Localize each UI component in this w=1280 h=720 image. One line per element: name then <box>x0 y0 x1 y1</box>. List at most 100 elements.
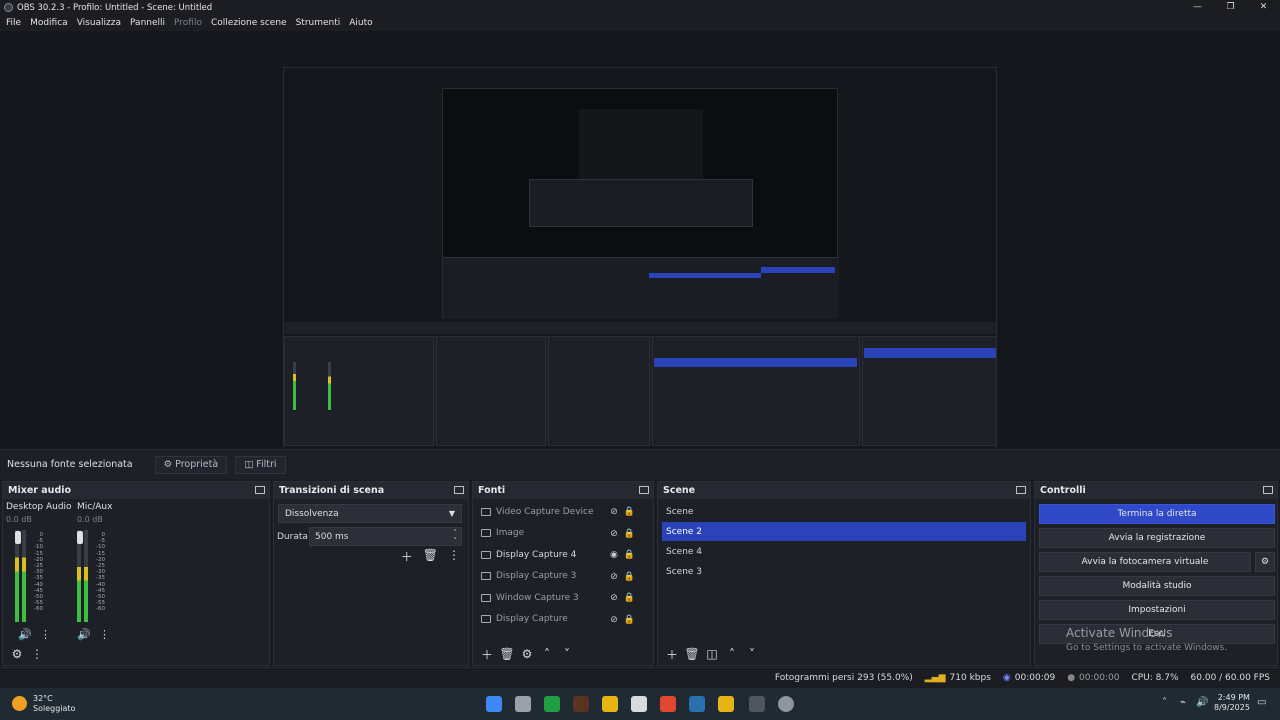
store-icon[interactable] <box>631 696 647 712</box>
visibility-lock-icons[interactable]: ⊘🔒 <box>610 507 641 517</box>
source-item[interactable]: Display Capture 3 ⊘🔒 <box>477 567 649 586</box>
notification-icon[interactable]: ▭ <box>1257 697 1266 708</box>
xbox-icon[interactable] <box>544 696 560 712</box>
start-recording-button[interactable]: Avvia la registrazione <box>1039 528 1275 548</box>
transitions-dock: Transizioni di scena Dissolvenza ▼ Durat… <box>273 481 469 666</box>
scene-item[interactable]: Scene <box>662 502 1026 521</box>
clock[interactable]: 2:49 PM 8/9/2025 <box>1214 693 1250 713</box>
nested-preview <box>442 88 839 319</box>
spin-arrows-icon[interactable]: ˄ ˅ <box>454 529 458 545</box>
settings-button[interactable]: Impostazioni <box>1039 600 1275 620</box>
source-type-icon <box>481 572 491 580</box>
game-app-icon[interactable] <box>573 696 589 712</box>
add-icon[interactable]: ＋ <box>662 646 682 663</box>
visibility-lock-icons[interactable]: ⊘🔒 <box>610 572 641 582</box>
nested-obs-window <box>284 68 996 470</box>
add-icon[interactable]: ＋ <box>477 646 497 663</box>
channel-name: Desktop Audio <box>6 502 72 512</box>
settings-gear-icon[interactable] <box>778 696 794 712</box>
undock-icon[interactable] <box>255 486 265 494</box>
arrow-up-icon[interactable]: ˄ <box>722 647 742 661</box>
gear-icon: ⚙ <box>163 459 173 470</box>
gear-icon[interactable]: ⚙ <box>517 647 537 661</box>
kebab-menu-icon[interactable]: ⋮ <box>27 647 47 661</box>
visibility-lock-icons[interactable]: ⊘🔒 <box>610 529 641 539</box>
mixer-dock: Mixer audio Desktop Audio 0.0 dB 0 -5 -10-… <box>2 481 270 666</box>
undock-icon[interactable] <box>1263 486 1273 494</box>
sun-icon[interactable] <box>12 696 27 711</box>
undock-icon[interactable] <box>639 486 649 494</box>
kebab-menu-icon[interactable]: ⋮ <box>448 548 460 565</box>
arrow-up-icon[interactable]: ˄ <box>537 647 557 661</box>
add-icon[interactable]: ＋ <box>401 548 413 565</box>
weather-widget[interactable]: 32°C Soleggiato <box>33 694 75 714</box>
volume-icon[interactable]: 🔊 <box>1196 697 1208 708</box>
stream-time: 00:00:09 <box>1014 673 1056 683</box>
studio-mode-button[interactable]: Modalità studio <box>1039 576 1275 596</box>
close-button[interactable]: ✕ <box>1247 0 1280 15</box>
filters-button[interactable]: ◫ Filtri <box>235 455 286 474</box>
trash-icon[interactable]: 🗑 <box>497 647 517 661</box>
windows-start-icon[interactable] <box>486 696 502 712</box>
speaker-icon[interactable]: 🔊 <box>77 628 91 641</box>
visibility-lock-icons[interactable]: ⊘🔒 <box>610 593 641 603</box>
nested-source-bar <box>284 322 996 334</box>
transition-select[interactable]: Dissolvenza ▼ <box>278 504 462 523</box>
menu-aiuto[interactable]: Aiuto <box>349 18 372 28</box>
volume-fader[interactable] <box>77 531 83 544</box>
rockstar-icon[interactable] <box>602 696 618 712</box>
volume-fader[interactable] <box>15 531 21 544</box>
sources-footer: ＋ 🗑 ⚙ ˄ ˅ <box>473 643 653 665</box>
steam-icon[interactable] <box>689 696 705 712</box>
kebab-menu-icon[interactable]: ⋮ <box>40 628 51 641</box>
arrow-down-icon[interactable]: ˅ <box>742 647 762 661</box>
filter-icon: ◫ <box>244 459 254 470</box>
scene-item[interactable]: Scene 3 <box>662 562 1026 581</box>
visibility-lock-icons[interactable]: ◉🔒 <box>610 550 641 560</box>
menu-file[interactable]: File <box>6 18 21 28</box>
nested-transitions <box>436 336 546 446</box>
task-view-icon[interactable] <box>515 696 531 712</box>
maximize-button[interactable]: ❐ <box>1214 0 1247 15</box>
rockstar-launcher-icon[interactable] <box>718 696 734 712</box>
advanced-audio-gear-icon[interactable]: ⚙ <box>7 647 27 661</box>
undock-icon[interactable] <box>1016 486 1026 494</box>
menu-visualizza[interactable]: Visualizza <box>77 18 121 28</box>
stop-stream-button[interactable]: Termina la diretta <box>1039 504 1275 524</box>
trash-icon[interactable]: 🗑 <box>423 548 438 565</box>
scenes-title: Scene <box>663 485 696 496</box>
menu-modifica[interactable]: Modifica <box>30 18 68 28</box>
mixer-footer: ⚙ ⋮ <box>3 643 269 665</box>
kebab-menu-icon[interactable]: ⋮ <box>99 628 110 641</box>
properties-button[interactable]: ⚙ Proprietà <box>154 455 228 474</box>
tray-chevron-icon[interactable]: ˄ <box>1162 697 1167 708</box>
minimize-button[interactable]: — <box>1181 0 1214 15</box>
arrow-down-icon[interactable]: ˅ <box>557 647 577 661</box>
source-item[interactable]: Video Capture Device ⊘🔒 <box>477 502 649 521</box>
scene-item[interactable]: Scene 4 <box>662 542 1026 561</box>
undock-icon[interactable] <box>454 486 464 494</box>
network-icon[interactable]: ⌁ <box>1180 697 1186 708</box>
scene-item[interactable]: Scene 2 <box>662 522 1026 541</box>
nested-scene2 <box>654 358 857 367</box>
menu-profilo[interactable]: Profilo <box>174 18 202 28</box>
trash-icon[interactable]: 🗑 <box>682 647 702 661</box>
source-name: Window Capture 3 <box>496 592 579 603</box>
virtual-camera-settings-button[interactable]: ⚙ <box>1255 552 1275 572</box>
duration-spinbox[interactable]: 500 ms ˄ ˅ <box>309 527 462 546</box>
source-item[interactable]: Display Capture 4 ◉🔒 <box>477 545 649 564</box>
visibility-lock-icons[interactable]: ⊘🔒 <box>610 615 641 625</box>
filter-icon[interactable]: ◫ <box>702 647 722 661</box>
menu-pannelli[interactable]: Pannelli <box>130 18 165 28</box>
start-virtual-camera-button[interactable]: Avvia la fotocamera virtuale <box>1039 552 1251 572</box>
fps: 60.00 / 60.00 FPS <box>1190 673 1270 683</box>
obs-taskbar-icon[interactable] <box>749 696 765 712</box>
menu-strumenti[interactable]: Strumenti <box>296 18 341 28</box>
brave-browser-icon[interactable] <box>660 696 676 712</box>
source-item[interactable]: Window Capture 3 ⊘🔒 <box>477 588 649 607</box>
preview-area[interactable] <box>0 31 1280 471</box>
speaker-icon[interactable]: 🔊 <box>18 628 32 641</box>
menu-collezione-scene[interactable]: Collezione scene <box>211 18 287 28</box>
source-item[interactable]: Image ⊘🔒 <box>477 524 649 543</box>
source-item[interactable]: Display Capture ⊘🔒 <box>477 610 649 629</box>
